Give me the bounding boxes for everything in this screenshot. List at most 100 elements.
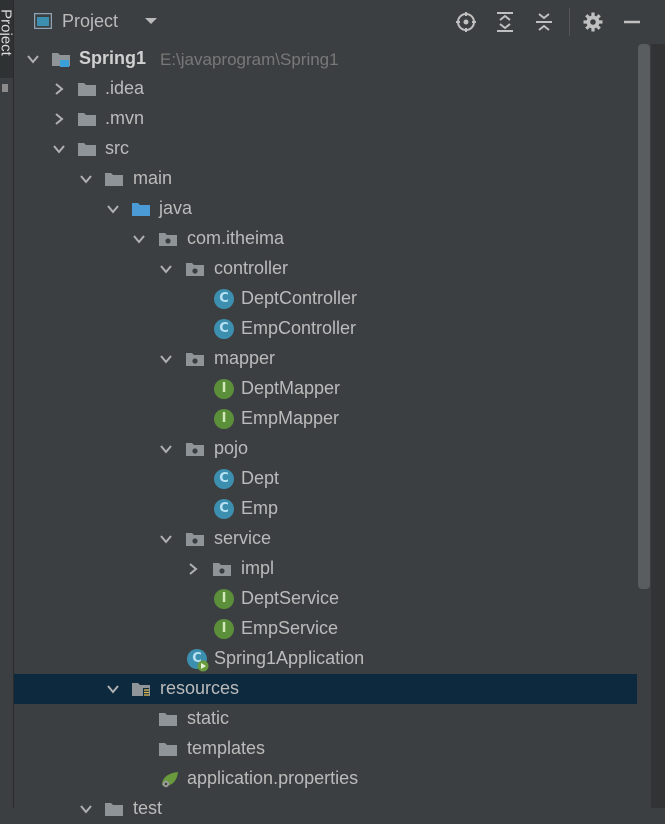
- chevron-down-icon[interactable]: [79, 172, 93, 186]
- tree-label: .mvn: [105, 108, 145, 128]
- chevron-down-icon[interactable]: [159, 352, 173, 366]
- gear-icon[interactable]: [581, 10, 605, 34]
- chevron-down-icon[interactable]: [144, 16, 158, 26]
- folder-icon: [78, 143, 96, 156]
- tree-row-main[interactable]: main: [14, 164, 651, 194]
- tree-label: templates: [187, 738, 266, 758]
- resources-folder-icon: [132, 683, 150, 697]
- class-icon: C: [214, 469, 234, 489]
- tree-row-application-properties[interactable]: application.properties: [14, 764, 651, 794]
- minimize-icon[interactable]: [620, 10, 644, 34]
- interface-icon: I: [214, 589, 234, 609]
- expand-all-icon[interactable]: [493, 10, 517, 34]
- folder-icon: [78, 83, 96, 96]
- tree-row-empservice[interactable]: I EmpService: [14, 614, 651, 644]
- tree-label: EmpMapper: [241, 408, 340, 428]
- folder-icon: [159, 713, 177, 726]
- tree-label: service: [214, 528, 272, 548]
- folder-icon: [105, 173, 123, 186]
- tree-row-dept[interactable]: C Dept: [14, 464, 651, 494]
- tree-row-java[interactable]: java: [14, 194, 651, 224]
- chevron-down-icon[interactable]: [106, 202, 120, 216]
- package-icon: [186, 263, 204, 276]
- header-separator: [569, 8, 570, 36]
- tree-row-impl[interactable]: impl: [14, 554, 651, 584]
- tree-row-empmapper[interactable]: I EmpMapper: [14, 404, 651, 434]
- chevron-down-icon[interactable]: [106, 682, 120, 696]
- chevron-right-icon[interactable]: [52, 82, 66, 96]
- tree-label: Emp: [241, 498, 279, 518]
- tree-label: pojo: [214, 438, 249, 458]
- project-tree: Spring1 E:\javaprogram\Spring1 .idea .mv…: [14, 44, 665, 818]
- tree-row-idea[interactable]: .idea: [14, 74, 651, 104]
- root-path: E:\javaprogram\Spring1: [160, 50, 339, 69]
- tree-label: DeptMapper: [241, 378, 341, 398]
- tree-label: java: [159, 198, 193, 218]
- chevron-down-icon[interactable]: [159, 442, 173, 456]
- package-icon: [186, 443, 204, 456]
- tree-label: .idea: [105, 78, 145, 98]
- tree-row-static[interactable]: static: [14, 704, 651, 734]
- module-folder-icon: [52, 53, 70, 67]
- tree-row-test[interactable]: test: [14, 794, 651, 824]
- class-icon: C: [214, 289, 234, 309]
- project-stripe-label: Project: [0, 9, 15, 56]
- tree-label: static: [187, 708, 230, 728]
- chevron-down-icon[interactable]: [79, 802, 93, 816]
- package-icon: [186, 533, 204, 546]
- interface-icon: I: [214, 619, 234, 639]
- spring-properties-icon: [162, 772, 178, 788]
- chevron-down-icon[interactable]: [26, 52, 40, 66]
- project-title[interactable]: Project: [62, 11, 118, 32]
- tree-row-deptservice[interactable]: I DeptService: [14, 584, 651, 614]
- tree-row-service[interactable]: service: [14, 524, 651, 554]
- tree-label: resources: [160, 678, 240, 698]
- tree-row-resources[interactable]: resources: [14, 674, 651, 704]
- tree-label: com.itheima: [187, 228, 285, 248]
- tree-row-mvn[interactable]: .mvn: [14, 104, 651, 134]
- tree-row-deptmapper[interactable]: I DeptMapper: [14, 374, 651, 404]
- project-stripe-tab[interactable]: Project: [0, 0, 15, 78]
- chevron-right-icon[interactable]: [186, 562, 200, 576]
- chevron-down-icon[interactable]: [132, 232, 146, 246]
- chevron-down-icon[interactable]: [52, 142, 66, 156]
- tree-row-src[interactable]: src: [14, 134, 651, 164]
- tree-label: DeptService: [241, 588, 340, 608]
- tree-row-controller[interactable]: controller: [14, 254, 651, 284]
- tree-label: Dept: [241, 468, 280, 488]
- scrollbar-thumb[interactable]: [638, 44, 650, 589]
- chevron-down-icon[interactable]: [159, 262, 173, 276]
- folder-icon: [105, 803, 123, 816]
- tree-label: application.properties: [187, 768, 359, 788]
- tree-label: Spring1Application: [214, 648, 365, 668]
- collapse-all-icon[interactable]: [532, 10, 556, 34]
- tree-label: EmpController: [241, 318, 357, 338]
- locate-icon[interactable]: [454, 10, 478, 34]
- folder-icon: [159, 743, 177, 756]
- package-icon: [186, 353, 204, 366]
- tree-label: impl: [241, 558, 275, 578]
- tree-row-com-itheima[interactable]: com.itheima: [14, 224, 651, 254]
- chevron-right-icon[interactable]: [52, 112, 66, 126]
- package-icon: [159, 233, 177, 246]
- tree-row-deptcontroller[interactable]: C DeptController: [14, 284, 651, 314]
- tree-label: main: [133, 168, 173, 188]
- tree-row-spring1application[interactable]: C Spring1Application: [14, 644, 651, 674]
- tree-row-spring1[interactable]: Spring1 E:\javaprogram\Spring1: [14, 44, 651, 74]
- stripe-marker: [2, 84, 8, 92]
- tree-label: controller: [214, 258, 289, 278]
- class-icon: C: [214, 319, 234, 339]
- tree-label-root: Spring1: [79, 48, 147, 68]
- package-icon: [213, 563, 231, 576]
- tree-row-empcontroller[interactable]: C EmpController: [14, 314, 651, 344]
- interface-icon: I: [214, 409, 234, 429]
- tree-row-pojo[interactable]: pojo: [14, 434, 651, 464]
- tree-row-mapper[interactable]: mapper: [14, 344, 651, 374]
- tree-row-templates[interactable]: templates: [14, 734, 651, 764]
- tree-label: test: [133, 798, 163, 818]
- tree-label: src: [105, 138, 129, 158]
- chevron-down-icon[interactable]: [159, 532, 173, 546]
- editor-edge: [651, 44, 665, 808]
- tree-row-emp[interactable]: C Emp: [14, 494, 651, 524]
- class-icon: C: [214, 499, 234, 519]
